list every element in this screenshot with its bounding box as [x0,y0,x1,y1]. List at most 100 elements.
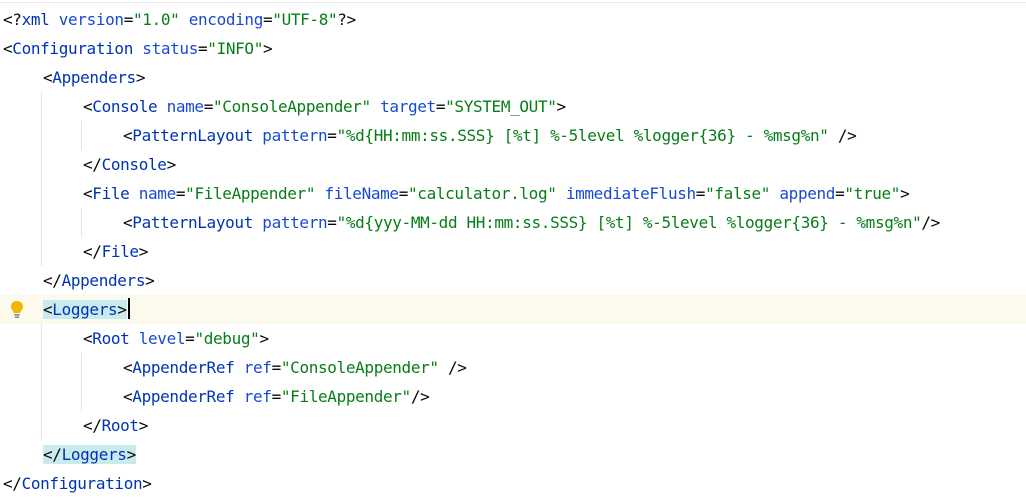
code-line[interactable]: <Root level="debug"> [0,324,1026,353]
token-tag: File [101,242,139,261]
token-attr-name: fileName [324,184,399,203]
token-punct: = [835,184,845,203]
matched-tag-highlight: <Loggers> [43,300,127,319]
token-punct: < [3,39,13,58]
code-line[interactable]: <AppenderRef ref="ConsoleAppender" /> [0,353,1026,382]
token-punct: < [83,184,93,203]
token-tag: Console [92,97,158,116]
token-punct: > [556,97,567,116]
code-line[interactable]: </Configuration> [0,469,1026,498]
code-line[interactable]: <File name="FileAppender" fileName="calc… [0,179,1026,208]
token-punct: = [203,97,214,116]
code-line[interactable]: <PatternLayout pattern="%d{yyy-MM-dd HH:… [0,208,1026,237]
token-tag: Appenders [52,68,136,87]
matched-tag-highlight: </Loggers> [43,445,136,464]
code-text: <Configuration status="INFO"> [3,34,273,63]
token-tag: Console [101,155,167,174]
token-attr-name: name [166,97,204,116]
token-punct: = [435,97,446,116]
token-attr-value: "ConsoleAppender" [213,97,371,116]
token-attr-name: level [138,329,186,348]
token-punct: > [166,155,177,174]
token-tag: PatternLayout [132,213,253,232]
token-punct: > [259,329,269,348]
token-tag: Loggers [52,300,118,319]
token-punct: </ [3,474,22,493]
token-punct: = [327,213,337,232]
token-punct: </ [43,271,62,290]
code-editor[interactable]: <?xml version="1.0" encoding="UTF-8"?> <C… [0,2,1026,500]
token-attr-value: "%d{yyy-MM-dd HH:mm:ss.SSS} [%t] %-5leve… [336,213,922,232]
token-punct: > [900,184,910,203]
lightbulb-icon[interactable] [10,300,24,320]
token-punct: </ [83,155,102,174]
code-text: <File name="FileAppender" fileName="calc… [83,179,910,208]
code-line[interactable]: <Loggers> [0,295,1026,324]
token-tag: AppenderRef [132,387,235,406]
code-line[interactable]: </Loggers> [0,440,1026,469]
code-line[interactable]: </Root> [0,411,1026,440]
code-line[interactable]: </File> [0,237,1026,266]
code-line[interactable]: <Configuration status="INFO"> [0,34,1026,63]
code-text: <Root level="debug"> [83,324,269,353]
token-tag: Root [92,329,130,348]
code-line[interactable]: <PatternLayout pattern="%d{HH:mm:ss.SSS}… [0,121,1026,150]
token-tag: Root [101,416,139,435]
code-line[interactable]: </Console> [0,150,1026,179]
token-punct: > [126,445,137,464]
token-punct: < [83,97,93,116]
code-text: <AppenderRef ref="ConsoleAppender" /> [123,353,467,382]
token-attr-name: name [138,184,176,203]
token-punct: = [695,184,706,203]
token-attr-value: "UTF-8" [272,10,338,29]
token-tag: AppenderRef [132,358,235,377]
code-line[interactable]: <?xml version="1.0" encoding="UTF-8"?> [0,5,1026,34]
token-punct: /> [410,387,430,406]
code-text: <Console name="ConsoleAppender" target="… [83,92,566,121]
token-attr-value: "calculator.log" [408,184,557,203]
token-tag: PatternLayout [132,126,253,145]
token-tag: Configuration [12,39,133,58]
code-text: </Loggers> [43,440,136,469]
code-line[interactable]: <Appenders> [0,63,1026,92]
code-line[interactable]: </Appenders> [0,266,1026,295]
token-attr-value: "true" [844,184,901,203]
code-line[interactable]: <Console name="ConsoleAppender" target="… [0,92,1026,121]
code-text: </File> [83,237,148,266]
text-caret [127,298,130,319]
token-punct: <? [3,10,22,29]
token-attr-value: "SYSTEM_OUT" [445,97,557,116]
code-line[interactable]: <AppenderRef ref="FileAppender"/> [0,382,1026,411]
code-text: </Root> [83,411,148,440]
token-attr-name: pattern [262,213,328,232]
token-punct: > [142,474,152,493]
token-punct: ?> [337,10,356,29]
token-attr-value: "false" [705,184,771,203]
token-punct: < [43,68,53,87]
code-text: </Appenders> [43,266,155,295]
token-attr-name: immediateFlush [565,184,696,203]
token-attr-value: "debug" [194,329,260,348]
code-text: <?xml version="1.0" encoding="UTF-8"?> [3,5,356,34]
token-punct: = [398,184,409,203]
code-text: </Console> [83,150,176,179]
code-text: <PatternLayout pattern="%d{HH:mm:ss.SSS}… [123,121,857,150]
token-attr-value: "FileAppender" [185,184,316,203]
token-punct: /> [921,213,940,232]
token-attr-value: "INFO" [207,39,263,58]
token-attr-name: status [142,39,198,58]
token-punct: > [145,271,155,290]
token-punct: > [138,242,149,261]
